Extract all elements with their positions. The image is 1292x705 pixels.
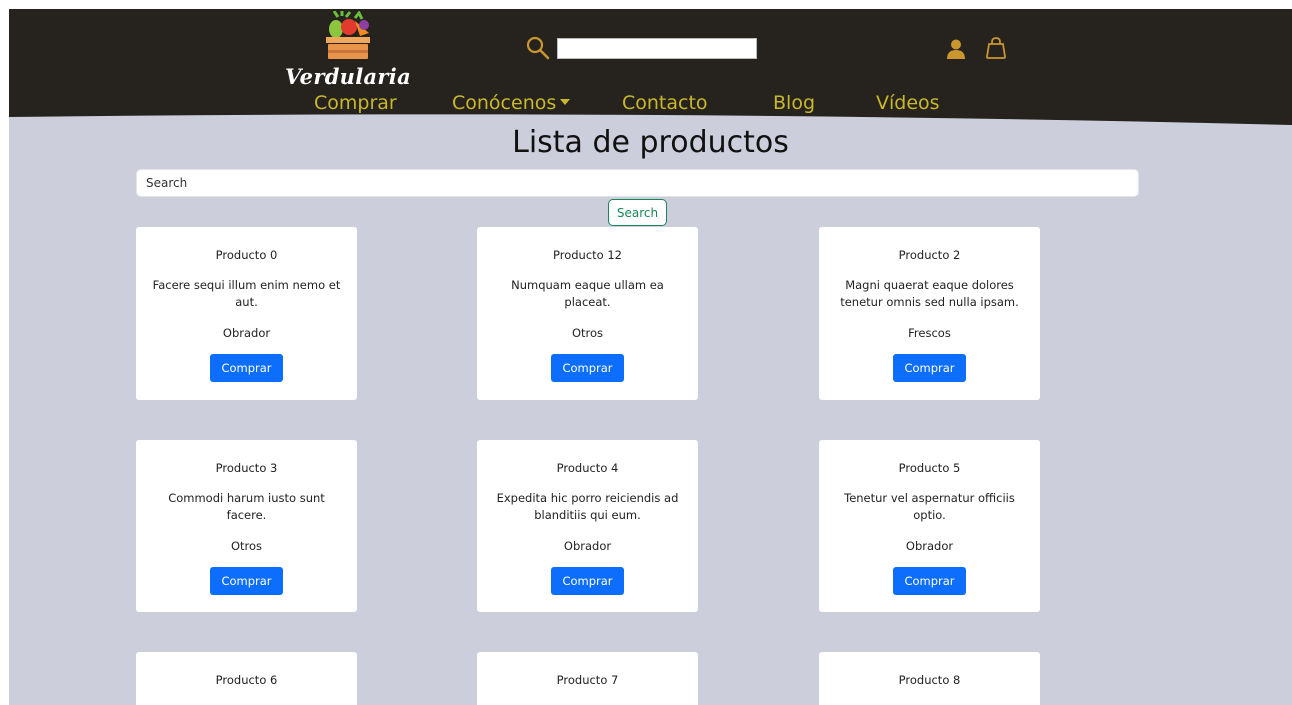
shopping-bag-icon[interactable]	[986, 37, 1006, 59]
product-name: Producto 2	[898, 248, 961, 262]
product-name: Producto 8	[898, 673, 961, 687]
buy-button[interactable]: Comprar	[210, 567, 283, 595]
buy-button[interactable]: Comprar	[893, 354, 966, 382]
vegetable-crate-icon	[326, 11, 370, 59]
product-card: Producto 2 Magni quaerat eaque dolores t…	[819, 227, 1040, 400]
page-title: Lista de productos	[512, 125, 789, 160]
header-search-input[interactable]	[557, 37, 757, 59]
product-category: Otros	[230, 539, 263, 553]
product-card: Producto 8	[819, 652, 1040, 705]
logo[interactable]: Verdularia	[281, 11, 415, 89]
buy-button[interactable]: Comprar	[551, 354, 624, 382]
product-card: Producto 0 Facere sequi illum enim nemo …	[136, 227, 357, 400]
search-button[interactable]: Search	[608, 199, 667, 226]
product-category: Obrador	[222, 326, 271, 340]
product-description: Facere sequi illum enim nemo et aut.	[152, 278, 341, 309]
buy-button[interactable]: Comprar	[210, 354, 283, 382]
product-name: Producto 12	[553, 248, 622, 262]
nav-conocenos-label: Conócenos	[452, 92, 557, 114]
buy-button[interactable]: Comprar	[893, 567, 966, 595]
top-header: Verdularia Comprar Conócenos Contacto Bl…	[9, 9, 1292, 125]
magnifier-icon[interactable]	[525, 35, 551, 61]
buy-button[interactable]: Comprar	[551, 567, 624, 595]
nav-comprar[interactable]: Comprar	[314, 89, 397, 117]
product-card: Producto 3 Commodi harum iusto sunt face…	[136, 440, 357, 612]
product-search-input[interactable]	[136, 169, 1139, 197]
product-name: Producto 5	[898, 461, 961, 475]
page-frame: Verdularia Comprar Conócenos Contacto Bl…	[9, 9, 1292, 705]
product-card: Producto 7	[477, 652, 698, 705]
main-nav: Comprar Conócenos Contacto Blog Vídeos	[9, 89, 1292, 119]
product-card: Producto 12 Numquam eaque ullam ea place…	[477, 227, 698, 400]
product-name: Producto 3	[215, 461, 278, 475]
header-search	[525, 35, 757, 61]
product-name: Producto 6	[215, 673, 278, 687]
nav-conocenos[interactable]: Conócenos	[452, 89, 571, 117]
product-category: Frescos	[908, 326, 951, 340]
product-name: Producto 0	[215, 248, 278, 262]
product-category: Obrador	[563, 539, 612, 553]
product-category: Obrador	[905, 539, 954, 553]
product-description: Tenetur vel aspernatur officiis optio.	[844, 491, 1015, 522]
product-card: Producto 6	[136, 652, 357, 705]
product-description: Numquam eaque ullam ea placeat.	[511, 278, 664, 309]
product-card: Producto 5 Tenetur vel aspernatur offici…	[819, 440, 1040, 612]
nav-contacto[interactable]: Contacto	[622, 89, 708, 117]
product-category: Otros	[571, 326, 604, 340]
user-icon[interactable]	[946, 39, 966, 59]
product-name: Producto 4	[556, 461, 619, 475]
product-description: Commodi harum iusto sunt facere.	[168, 491, 325, 522]
product-name: Producto 7	[556, 673, 619, 687]
product-card: Producto 4 Expedita hic porro reiciendis…	[477, 440, 698, 612]
product-description: Magni quaerat eaque dolores tenetur omni…	[840, 278, 1019, 309]
brand-name: Verdularia	[285, 64, 411, 89]
nav-blog[interactable]: Blog	[773, 89, 815, 117]
product-description: Expedita hic porro reiciendis ad blandit…	[496, 491, 679, 522]
caret-down-icon	[560, 98, 571, 105]
nav-videos[interactable]: Vídeos	[876, 89, 940, 117]
